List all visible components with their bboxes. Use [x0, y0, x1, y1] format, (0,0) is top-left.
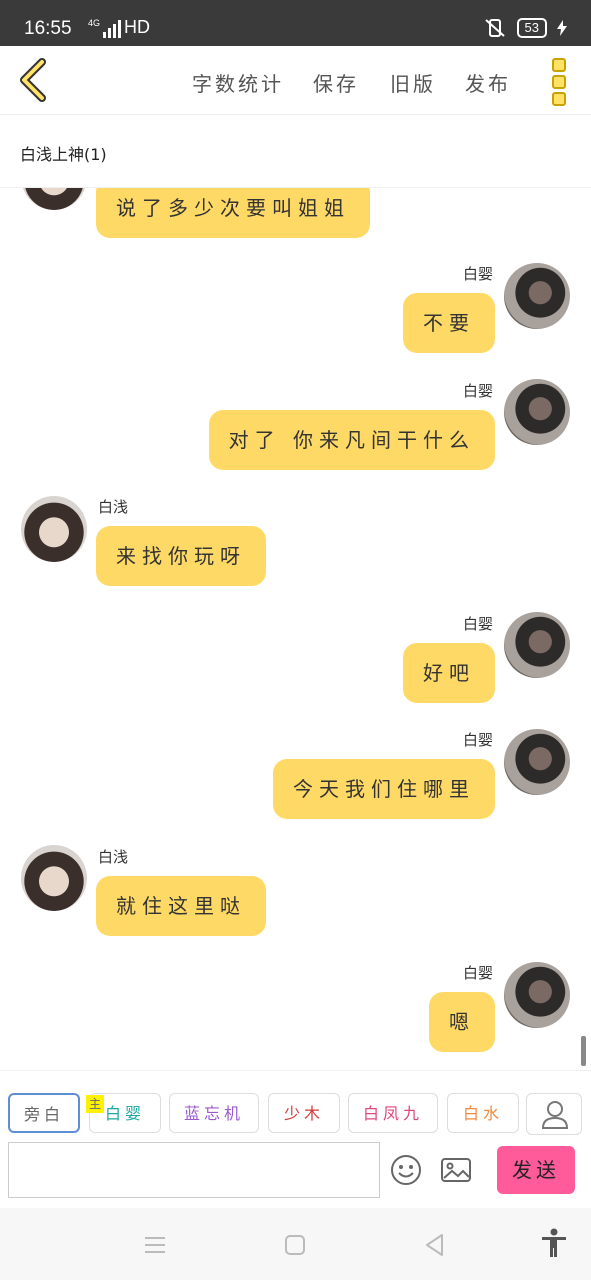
avatar[interactable]	[504, 379, 570, 445]
back-triangle-icon[interactable]	[422, 1232, 448, 1258]
image-icon[interactable]	[440, 1154, 472, 1186]
avatar[interactable]	[504, 612, 570, 678]
publish-button[interactable]: 发布	[465, 68, 511, 97]
avatar[interactable]	[21, 845, 87, 911]
sender-name: 白浅	[98, 848, 129, 866]
message-bubble[interactable]: 来找你玩呀	[96, 526, 266, 586]
character-chip-shaomu[interactable]: 少木	[268, 1093, 340, 1133]
message-bubble[interactable]: 今天我们住哪里	[273, 759, 495, 819]
character-chip-baishui[interactable]: 白水	[447, 1093, 519, 1133]
sender-name: 白婴	[462, 382, 493, 400]
character-chip-baifengjiu[interactable]: 白凤九	[348, 1093, 438, 1133]
character-chip-lanwangji[interactable]: 蓝忘机	[169, 1093, 259, 1133]
vibrate-off-icon	[484, 19, 505, 37]
hd-label: HD	[124, 17, 151, 37]
status-time: 16:55	[24, 18, 72, 39]
send-button[interactable]: 发送	[497, 1146, 575, 1194]
network-indicator: 4G HD	[88, 17, 150, 38]
accessibility-icon[interactable]	[540, 1228, 568, 1258]
message-input[interactable]	[8, 1142, 380, 1198]
network-type: 4G	[88, 18, 101, 28]
status-bar: 16:55 4G HD 53	[0, 0, 591, 46]
sender-name: 白浅	[98, 498, 129, 516]
scrollbar[interactable]	[581, 1036, 586, 1066]
avatar[interactable]	[504, 962, 570, 1028]
app-bar: 字数统计 保存 旧版 发布	[0, 46, 591, 115]
message-bubble[interactable]: 就住这里哒	[96, 876, 266, 936]
person-icon[interactable]	[526, 1093, 582, 1135]
emoji-icon[interactable]	[390, 1154, 422, 1186]
sender-name: 白婴	[462, 731, 493, 749]
menu-lines-icon[interactable]	[142, 1232, 168, 1258]
avatar[interactable]	[504, 263, 570, 329]
battery-level: 53	[516, 18, 547, 38]
old-version-button[interactable]: 旧版	[390, 68, 436, 97]
sender-name: 白婴	[462, 964, 493, 982]
more-menu-icon[interactable]	[552, 58, 568, 106]
avatar[interactable]	[21, 496, 87, 562]
message-bubble[interactable]: 好吧	[403, 643, 495, 703]
main-character-tag: 主	[86, 1095, 104, 1113]
character-selector: 旁白 白婴 主 蓝忘机 少木 白凤九 白水	[0, 1070, 591, 1141]
conversation-title[interactable]: 白浅上神(1)	[20, 141, 107, 165]
status-right: 53	[483, 18, 567, 38]
avatar[interactable]	[21, 188, 87, 210]
sender-name: 白婴	[462, 265, 493, 283]
conversation-header: 白浅上神(1)	[0, 115, 591, 188]
signal-icon	[103, 20, 122, 38]
home-square-icon[interactable]	[282, 1232, 308, 1258]
message-bubble[interactable]: 说了多少次要叫姐姐	[96, 188, 370, 238]
input-row: 发送	[0, 1140, 591, 1208]
message-bubble[interactable]: 不要	[403, 293, 495, 353]
avatar[interactable]	[504, 729, 570, 795]
chat-area[interactable]: 说了多少次要叫姐姐 白婴 不要 白婴 对了 你来凡间干什么 白浅 来找你玩呀 白…	[0, 188, 591, 1068]
message-bubble[interactable]: 嗯	[429, 992, 495, 1052]
word-count-button[interactable]: 字数统计	[192, 68, 284, 97]
sender-name: 白婴	[462, 615, 493, 633]
system-nav-bar	[0, 1208, 591, 1280]
charging-icon	[557, 20, 567, 36]
back-chevron-icon[interactable]	[14, 58, 54, 102]
character-chip-narrator[interactable]: 旁白	[8, 1093, 80, 1133]
message-bubble[interactable]: 对了 你来凡间干什么	[208, 410, 495, 470]
save-button[interactable]: 保存	[313, 68, 359, 97]
